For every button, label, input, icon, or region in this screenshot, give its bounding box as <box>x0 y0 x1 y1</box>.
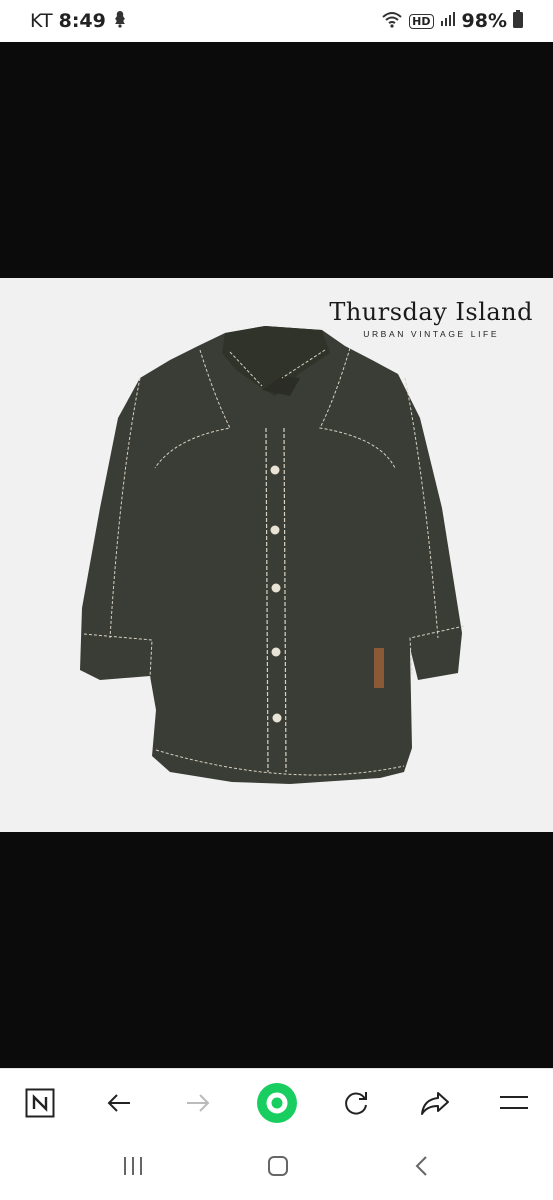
reload-icon <box>344 1092 367 1115</box>
brand-tagline: URBAN VINTAGE LIFE <box>363 329 500 339</box>
arrow-left-icon <box>107 1094 130 1112</box>
browser-toolbar <box>0 1068 553 1137</box>
product-photo[interactable]: Thursday Island URBAN VINTAGE LIFE <box>0 278 553 832</box>
forward-button[interactable] <box>174 1079 222 1127</box>
status-left: KT 8:49 <box>30 10 128 33</box>
brand-name: Thursday Island <box>329 298 533 326</box>
signal-icon <box>440 10 456 32</box>
green-dot-icon <box>256 1083 297 1123</box>
naver-n-icon <box>25 1088 54 1118</box>
status-right: HD 98% <box>381 9 523 33</box>
image-viewer[interactable]: Thursday Island URBAN VINTAGE LIFE <box>0 42 553 1068</box>
system-back-button[interactable] <box>411 1154 433 1183</box>
back-button[interactable] <box>95 1079 143 1127</box>
carrier-label: KT <box>30 10 53 32</box>
green-dot-button[interactable] <box>253 1079 301 1127</box>
system-nav-bar <box>0 1136 553 1200</box>
naver-home-button[interactable] <box>16 1079 64 1127</box>
notification-icon <box>112 10 128 33</box>
share-icon <box>420 1092 449 1115</box>
hamburger-menu-icon <box>499 1096 528 1109</box>
wifi-icon <box>381 10 403 33</box>
recent-apps-icon <box>123 1156 142 1175</box>
recent-apps-button[interactable] <box>121 1155 145 1182</box>
hd-badge: HD <box>409 13 434 29</box>
home-button[interactable] <box>266 1154 290 1183</box>
status-bar: KT 8:49 HD 98% <box>0 0 553 42</box>
shirt-image <box>80 326 465 784</box>
clock: 8:49 <box>58 10 106 32</box>
battery-percent: 98% <box>461 10 507 32</box>
brand-logo: Thursday Island URBAN VINTAGE LIFE <box>329 298 533 339</box>
chevron-left-icon <box>415 1155 427 1176</box>
home-icon <box>267 1155 288 1176</box>
reload-button[interactable] <box>332 1079 380 1127</box>
battery-icon <box>513 9 523 33</box>
share-button[interactable] <box>411 1079 459 1127</box>
menu-button[interactable] <box>490 1079 538 1127</box>
arrow-right-icon <box>186 1094 209 1112</box>
